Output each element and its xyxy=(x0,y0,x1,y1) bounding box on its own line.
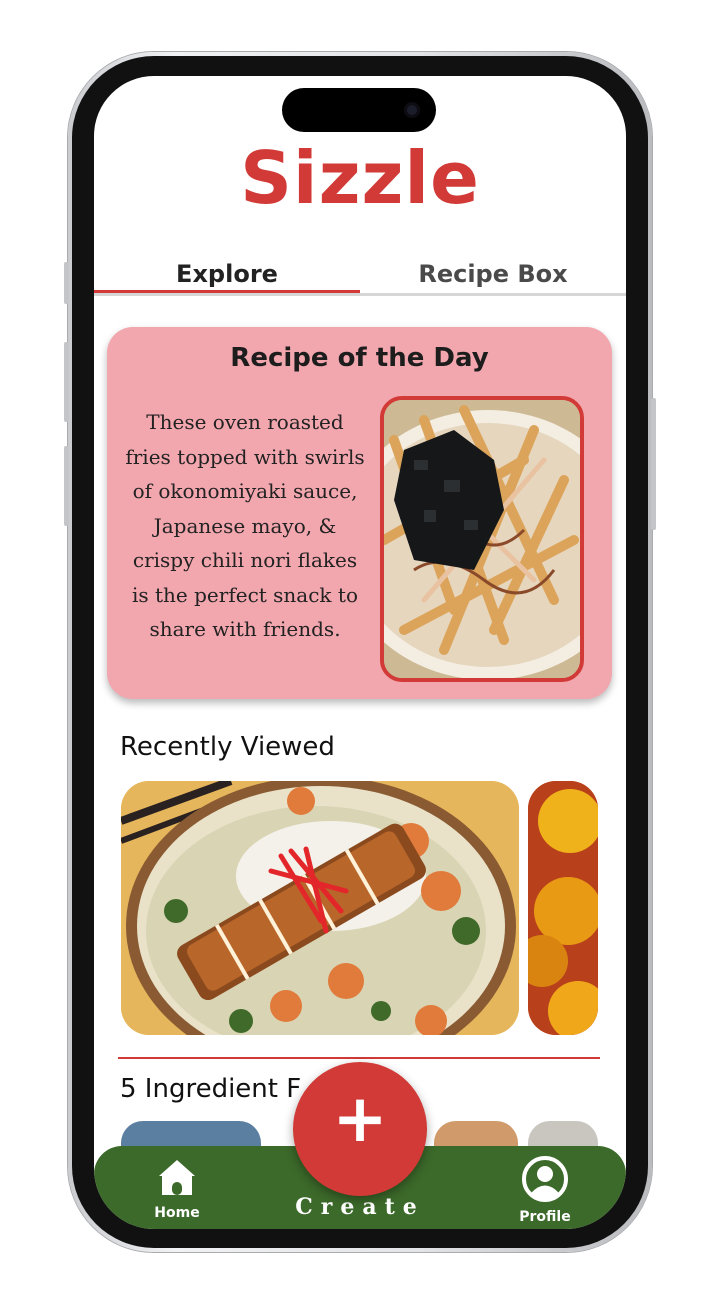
recipe-description: These oven roasted fries topped with swi… xyxy=(125,410,365,641)
fries-photo xyxy=(384,400,580,678)
recently-viewed-item[interactable] xyxy=(528,781,598,1035)
tab-divider xyxy=(94,293,626,296)
section-divider xyxy=(118,1057,600,1059)
five-ingredient-heading: 5 Ingredient F xyxy=(120,1074,302,1104)
recently-viewed-heading: Recently Viewed xyxy=(120,732,335,762)
recipe-of-the-day-card[interactable]: Recipe of the Day These oven roasted fri… xyxy=(107,327,612,699)
fries-recipe-image[interactable] xyxy=(380,396,584,682)
plus-icon: + xyxy=(332,1080,388,1157)
home-icon xyxy=(159,1160,195,1195)
tab-explore[interactable]: Explore xyxy=(94,254,360,294)
create-button[interactable]: + xyxy=(293,1062,427,1196)
dynamic-island xyxy=(282,88,436,132)
camera-icon xyxy=(404,102,420,118)
marinated-eggs-photo xyxy=(528,781,598,1035)
recipe-of-the-day-heading: Recipe of the Day xyxy=(230,343,489,373)
app-title: Sizzle xyxy=(240,136,480,220)
app-screen: Sizzle Explore Recipe Box Recipe of the … xyxy=(94,76,626,1229)
nav-profile[interactable]: Profile xyxy=(500,1156,590,1225)
create-label[interactable]: Create xyxy=(284,1194,436,1220)
tab-recipe-box[interactable]: Recipe Box xyxy=(360,254,626,294)
nav-home[interactable]: Home xyxy=(132,1156,222,1221)
volume-up-button xyxy=(64,342,69,422)
nav-home-label: Home xyxy=(154,1205,200,1221)
nav-profile-label: Profile xyxy=(519,1209,571,1225)
mute-switch xyxy=(64,262,69,304)
profile-icon xyxy=(522,1156,568,1202)
power-button xyxy=(651,398,656,530)
volume-down-button xyxy=(64,446,69,526)
active-tab-indicator xyxy=(94,290,360,293)
recently-viewed-item[interactable] xyxy=(121,781,519,1035)
katsu-curry-photo xyxy=(121,781,519,1035)
